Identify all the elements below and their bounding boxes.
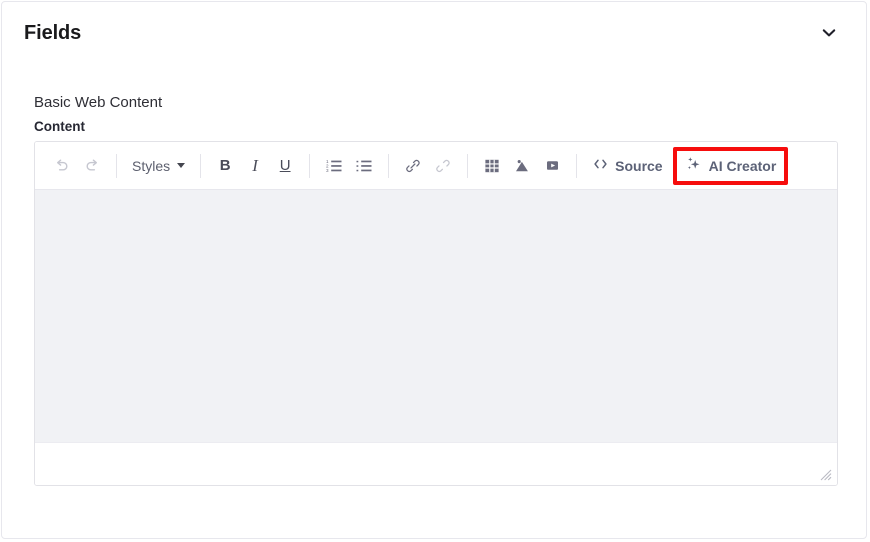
styles-label: Styles [132,157,171,174]
video-button[interactable] [537,151,567,181]
ai-creator-label: AI Creator [708,157,777,174]
editor-toolbar: Styles B I U 1 2 3 Source AI Creator [35,142,837,190]
svg-text:3: 3 [326,168,329,173]
redo-button[interactable] [77,151,107,181]
link-button[interactable] [398,151,428,181]
bulleted-list-button[interactable] [349,151,379,181]
content-field-label: Content [34,119,85,134]
toolbar-divider [309,153,311,178]
bulleted-list-icon [355,157,373,175]
styles-dropdown[interactable]: Styles [126,151,191,181]
toolbar-divider [467,153,469,178]
unlink-button[interactable] [428,151,458,181]
toolbar-divider [116,153,117,178]
code-brackets-icon [592,157,609,174]
page-title: Fields [24,21,82,44]
bold-icon: B [219,157,231,174]
numbered-list-button[interactable]: 1 2 3 [319,151,349,181]
underline-button[interactable]: U [270,151,300,181]
table-icon [484,158,500,174]
ai-creator-button[interactable]: AI Creator [685,155,777,177]
underline-icon: U [279,157,291,174]
editor-content-area[interactable] [35,190,837,442]
panel-header: Fields [2,2,866,64]
numbered-list-icon: 1 2 3 [325,157,343,175]
redo-icon [83,157,101,175]
resize-grip-icon[interactable] [819,468,832,481]
sparkle-icon [685,156,703,176]
toolbar-divider [388,153,390,178]
editor-footer [35,442,837,485]
undo-icon [53,157,71,175]
undo-button[interactable] [47,151,77,181]
toolbar-divider [576,153,578,178]
unlink-icon [434,157,452,175]
rich-text-editor: Styles B I U 1 2 3 Source AI Creator [34,141,838,486]
chevron-down-icon [177,163,186,168]
chevron-down-icon [819,23,839,43]
image-icon [513,157,531,175]
source-label: Source [615,157,663,174]
ai-creator-highlight-box: AI Creator [672,146,789,185]
bold-button[interactable]: B [210,151,240,181]
toolbar-divider [200,153,202,178]
field-group-label: Basic Web Content [34,94,163,111]
collapse-panel-button[interactable] [814,18,844,48]
panel-body: Basic Web Content Content Styles B I U 1… [2,64,866,538]
link-icon [404,157,422,175]
italic-icon: I [252,156,258,175]
fields-panel: Fields Basic Web Content Content Styles … [1,1,867,539]
source-button[interactable]: Source [586,151,668,181]
table-button[interactable] [477,151,507,181]
image-button[interactable] [507,151,537,181]
italic-button[interactable]: I [240,151,270,181]
video-icon [544,157,561,174]
